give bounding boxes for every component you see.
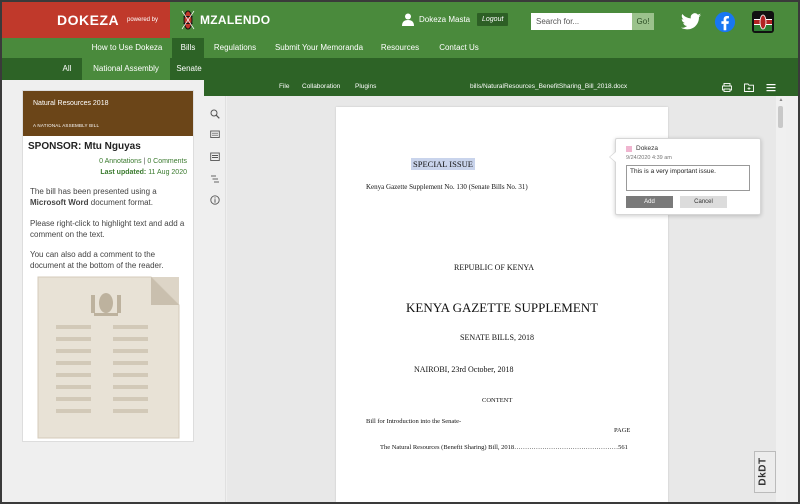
menu-icon[interactable] <box>766 83 776 92</box>
kenya-flag-icon[interactable] <box>752 11 774 33</box>
logout-button[interactable]: Logout <box>477 13 509 26</box>
bill-category: Natural Resources 2018 <box>33 100 109 107</box>
reader-sidebar <box>204 96 226 502</box>
bill-sponsor: SPONSOR: Mtu Nguyas <box>28 141 141 152</box>
ddt-badge-text: DkDT <box>757 457 769 486</box>
document-reader: File Collaboration Plugins bills/Natural… <box>204 80 798 502</box>
desc-format-name: Microsoft Word <box>30 198 89 207</box>
count-separator: | <box>143 158 146 165</box>
document-illustration-icon <box>37 276 180 439</box>
nav-contact-us[interactable]: Contact Us <box>428 38 490 58</box>
supplement-line: Kenya Gazette Supplement No. 130 (Senate… <box>366 183 528 191</box>
toc-page-number: 561 <box>618 444 628 451</box>
file-name: bills/NaturalResources_BenefitSharing_Bi… <box>470 83 628 90</box>
bill-type: A NATIONAL ASSEMBLY BILL <box>33 123 100 128</box>
description-comment: You can also add a comment to the docume… <box>30 250 164 270</box>
special-issue-highlight[interactable]: SPECIAL ISSUE <box>411 158 475 170</box>
folder-icon[interactable] <box>744 83 754 92</box>
print-icon[interactable] <box>722 83 732 92</box>
app-window: DOKEZA powered by MZALENDO Dokeza Masta … <box>2 2 798 502</box>
toc-entry-title: The Natural Resources (Benefit Sharing) … <box>380 444 515 451</box>
cancel-comment-button[interactable]: Cancel <box>680 196 727 208</box>
user-icon <box>402 13 414 26</box>
comment-time: 9/24/2020 4:39 am <box>626 155 672 161</box>
republic-heading: REPUBLIC OF KENYA <box>454 263 535 272</box>
bill-counts: 0 Annotations | 0 Comments <box>99 158 187 165</box>
document-title: KENYA GAZETTE SUPPLEMENT <box>406 300 599 315</box>
annotations-count[interactable]: 0 Annotations <box>99 158 141 165</box>
bill-info-panel: Natural Resources 2018 A NATIONAL ASSEMB… <box>22 90 194 442</box>
comment-popup: Dokeza 9/24/2020 4:39 am This is a very … <box>609 138 761 215</box>
content-area: Natural Resources 2018 A NATIONAL ASSEMB… <box>2 80 798 502</box>
brand-name: DOKEZA <box>57 12 120 28</box>
main-nav: How to Use Dokeza Bills Regulations Subm… <box>2 38 798 58</box>
comment-icon[interactable] <box>210 130 220 140</box>
dateline: NAIROBI, 23rd October, 2018 <box>414 365 514 374</box>
partner-name[interactable]: MZALENDO <box>200 13 270 27</box>
list-icon[interactable] <box>210 174 220 184</box>
search-icon[interactable] <box>210 109 220 119</box>
nav-submit-memoranda[interactable]: Submit Your Memoranda <box>266 38 372 58</box>
twitter-icon[interactable] <box>680 11 702 33</box>
nav-bills[interactable]: Bills <box>172 38 204 58</box>
reader-toolbar: File Collaboration Plugins bills/Natural… <box>204 80 798 96</box>
nav-how-to-use[interactable]: How to Use Dokeza <box>82 38 172 58</box>
scroll-thumb[interactable] <box>778 106 783 128</box>
desc-text: document format. <box>90 198 153 207</box>
toc-entry[interactable]: The Natural Resources (Benefit Sharing) … <box>380 444 628 451</box>
powered-by-label: powered by <box>127 17 159 23</box>
facebook-icon[interactable] <box>714 11 736 33</box>
ddt-badge[interactable]: DkDT <box>754 451 776 493</box>
toc-dots: ………………………………………… <box>514 444 619 451</box>
comment-textarea[interactable]: This is a very important issue. <box>626 165 750 191</box>
kenya-shield-icon <box>181 10 195 30</box>
user-name[interactable]: Dokeza Masta <box>419 15 470 24</box>
intro-line: Bill for Introduction into the Senate- <box>366 418 462 425</box>
brand-logo[interactable]: DOKEZA powered by <box>2 2 170 38</box>
author-color-swatch <box>626 146 632 152</box>
bill-header: Natural Resources 2018 A NATIONAL ASSEMB… <box>23 91 193 136</box>
scroll-up-arrow-icon[interactable]: ▲ <box>777 97 785 103</box>
menu-collaboration[interactable]: Collaboration <box>302 83 340 90</box>
info-icon[interactable] <box>210 195 220 205</box>
last-updated: Last updated: 11 Aug 2020 <box>100 169 187 176</box>
top-bar: DOKEZA powered by MZALENDO Dokeza Masta … <box>2 2 798 38</box>
description-format: The bill has been presented using a Micr… <box>30 186 190 208</box>
subnav-all[interactable]: All <box>52 58 82 80</box>
desc-text: The bill has been presented using a <box>30 187 157 196</box>
nav-regulations[interactable]: Regulations <box>204 38 266 58</box>
search-button[interactable]: Go! <box>632 13 654 30</box>
description-highlight: Please right-click to highlight text and… <box>30 219 185 239</box>
nav-resources[interactable]: Resources <box>372 38 428 58</box>
subnav-senate[interactable]: Senate <box>170 58 208 80</box>
search-input[interactable] <box>531 13 634 30</box>
senate-bills-heading: SENATE BILLS, 2018 <box>460 333 534 342</box>
reader-scrollbar[interactable]: ▲ <box>776 96 786 502</box>
content-heading: CONTENT <box>482 397 513 404</box>
add-comment-button[interactable]: Add <box>626 196 673 208</box>
image-icon[interactable] <box>210 152 220 162</box>
comments-count[interactable]: 0 Comments <box>147 158 187 165</box>
last-updated-date: 11 Aug 2020 <box>148 169 187 176</box>
page-label: PAGE <box>614 427 631 434</box>
menu-file[interactable]: File <box>279 83 289 90</box>
menu-plugins[interactable]: Plugins <box>355 83 376 90</box>
last-updated-label: Last updated: <box>100 169 147 176</box>
subnav-national-assembly[interactable]: National Assembly <box>82 58 170 80</box>
comment-author: Dokeza <box>636 145 659 152</box>
sub-nav: All National Assembly Senate <box>2 58 798 80</box>
